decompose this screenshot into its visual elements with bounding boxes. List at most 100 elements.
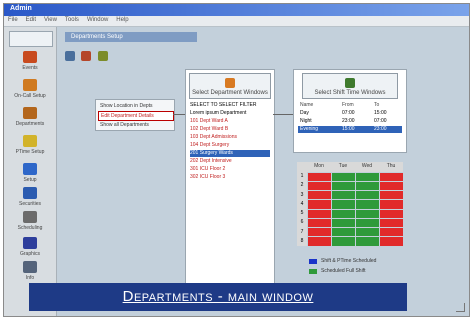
grid-cell[interactable] bbox=[331, 200, 355, 209]
grid-cell[interactable] bbox=[331, 181, 355, 190]
department-row[interactable]: Lorem ipsum Department bbox=[190, 110, 270, 117]
legend-item: Shift & PTime Scheduled bbox=[309, 258, 409, 265]
grid-row-header: 4 bbox=[297, 199, 307, 209]
grid-cell[interactable] bbox=[379, 200, 403, 209]
clock-icon bbox=[23, 211, 37, 223]
select-departments-button[interactable]: Select Department Windows bbox=[189, 73, 271, 99]
sidebar-item-label: Departments bbox=[15, 121, 45, 127]
department-row[interactable]: 201 Surgery Wards bbox=[190, 150, 270, 157]
grid-cell[interactable] bbox=[307, 218, 331, 227]
select-shifts-button[interactable]: Select Shift Time Windows bbox=[302, 73, 398, 99]
context-menu: Show Location in Depts Edit Department D… bbox=[95, 99, 175, 131]
save-icon[interactable] bbox=[65, 51, 75, 61]
grid-row-header: 6 bbox=[297, 218, 307, 228]
star-icon bbox=[23, 135, 37, 147]
sidebar-item-departments[interactable]: Departments bbox=[10, 107, 50, 131]
department-row[interactable]: 101 Dept Ward A bbox=[190, 118, 270, 125]
department-row[interactable]: SELECT TO SELECT FILTER bbox=[190, 102, 270, 109]
sidebar-item-label: Graphics bbox=[19, 251, 40, 257]
sidebar-item-label: On-Call Setup bbox=[14, 93, 46, 99]
shift-row[interactable]: Evening 15:00 23:00 bbox=[298, 126, 402, 133]
grid-cell[interactable] bbox=[379, 172, 403, 181]
grid-cell[interactable] bbox=[379, 237, 403, 246]
grid-cell[interactable] bbox=[355, 172, 379, 181]
grid-cell[interactable] bbox=[307, 228, 331, 237]
grid-cell[interactable] bbox=[331, 191, 355, 200]
sidebar-item-info[interactable]: Info bbox=[10, 261, 50, 285]
grid-cell[interactable] bbox=[307, 200, 331, 209]
sidebar-item-setup[interactable]: Setup bbox=[10, 163, 50, 187]
delete-icon[interactable] bbox=[97, 51, 108, 61]
department-row[interactable]: 202 Dept Intensive bbox=[190, 158, 270, 165]
legend-label: Shift & PTime Scheduled bbox=[321, 258, 377, 264]
sidebar-item-events[interactable]: Events bbox=[10, 51, 50, 75]
grid-cell[interactable] bbox=[331, 228, 355, 237]
shift-cell: Day bbox=[300, 110, 309, 116]
grid-cell[interactable] bbox=[379, 181, 403, 190]
grid-cell[interactable] bbox=[355, 218, 379, 227]
department-row[interactable]: 301 ICU Floor 2 bbox=[190, 166, 270, 173]
shift-cell: 07:00 bbox=[342, 110, 355, 116]
menu-edit[interactable]: Edit bbox=[26, 17, 36, 23]
column-header: From bbox=[342, 102, 354, 108]
grid-cell[interactable] bbox=[355, 209, 379, 218]
grid-cell[interactable] bbox=[307, 237, 331, 246]
department-row[interactable]: 103 Dept Admissions bbox=[190, 134, 270, 141]
grid-cell[interactable] bbox=[379, 191, 403, 200]
department-row[interactable]: 302 ICU Floor 3 bbox=[190, 174, 270, 181]
title-bar: Admin bbox=[4, 4, 469, 16]
department-row[interactable]: 102 Dept Ward B bbox=[190, 126, 270, 133]
sidebar-item-label: Scheduling bbox=[17, 225, 43, 231]
tab-departments-setup[interactable]: Departments Setup bbox=[65, 32, 197, 42]
grid-cell[interactable] bbox=[307, 209, 331, 218]
context-menu-item[interactable]: Edit Department Details bbox=[98, 111, 174, 121]
user-icon bbox=[23, 163, 37, 175]
grid-cell[interactable] bbox=[307, 172, 331, 181]
shift-row[interactable]: Day 07:00 15:00 bbox=[298, 110, 402, 117]
add-icon[interactable] bbox=[81, 51, 92, 61]
menu-tools[interactable]: Tools bbox=[65, 17, 79, 23]
doc-icon bbox=[23, 237, 37, 249]
grid-cell[interactable] bbox=[331, 237, 355, 246]
shift-cell: Night bbox=[300, 118, 312, 124]
sidebar-item-scheduling[interactable]: Scheduling bbox=[10, 211, 50, 235]
menu-window[interactable]: Window bbox=[87, 17, 108, 23]
menu-help[interactable]: Help bbox=[116, 17, 128, 23]
department-row[interactable]: 104 Dept Surgery bbox=[190, 142, 270, 149]
departments-panel: Select Department Windows SELECT TO SELE… bbox=[185, 69, 275, 284]
clock-icon bbox=[345, 78, 355, 88]
shift-cell: 23:00 bbox=[374, 126, 387, 132]
grid-cell[interactable] bbox=[379, 209, 403, 218]
sidebar-item-graphics[interactable]: Graphics bbox=[10, 237, 50, 261]
menu-bar: File Edit View Tools Window Help bbox=[4, 16, 469, 27]
window-title: Admin bbox=[10, 5, 32, 12]
app-window: Admin File Edit View Tools Window Help E… bbox=[3, 3, 470, 317]
grid-cell[interactable] bbox=[355, 200, 379, 209]
sidebar-item-label: PTime Setup bbox=[15, 149, 45, 155]
grid-cell[interactable] bbox=[379, 228, 403, 237]
grid-cell[interactable] bbox=[307, 181, 331, 190]
sidebar-item-securities[interactable]: Securities bbox=[10, 187, 50, 211]
grid-cell[interactable] bbox=[355, 228, 379, 237]
grid-cell[interactable] bbox=[331, 172, 355, 181]
menu-file[interactable]: File bbox=[8, 17, 18, 23]
sidebar-item-oncall[interactable]: On-Call Setup bbox=[10, 79, 50, 103]
grid-cell[interactable] bbox=[355, 181, 379, 190]
context-menu-item[interactable]: Show all Departments bbox=[100, 122, 149, 128]
context-menu-item[interactable]: Show Location in Depts bbox=[100, 103, 153, 109]
legend-label: Scheduled Full Shift bbox=[321, 268, 366, 274]
menu-view[interactable]: View bbox=[44, 17, 57, 23]
grid-cell[interactable] bbox=[331, 218, 355, 227]
shift-cell: 15:00 bbox=[342, 126, 355, 132]
grid-cell[interactable] bbox=[355, 237, 379, 246]
shifts-header: Name From To bbox=[298, 102, 402, 109]
grid-cell[interactable] bbox=[355, 191, 379, 200]
floppy-icon bbox=[23, 187, 37, 199]
caption-banner: Departments - main window bbox=[29, 283, 407, 311]
grid-cell[interactable] bbox=[307, 191, 331, 200]
grid-cell[interactable] bbox=[379, 218, 403, 227]
resize-grip[interactable] bbox=[456, 303, 465, 312]
shift-row[interactable]: Night 23:00 07:00 bbox=[298, 118, 402, 125]
sidebar-item-ptime[interactable]: PTime Setup bbox=[10, 135, 50, 159]
grid-cell[interactable] bbox=[331, 209, 355, 218]
